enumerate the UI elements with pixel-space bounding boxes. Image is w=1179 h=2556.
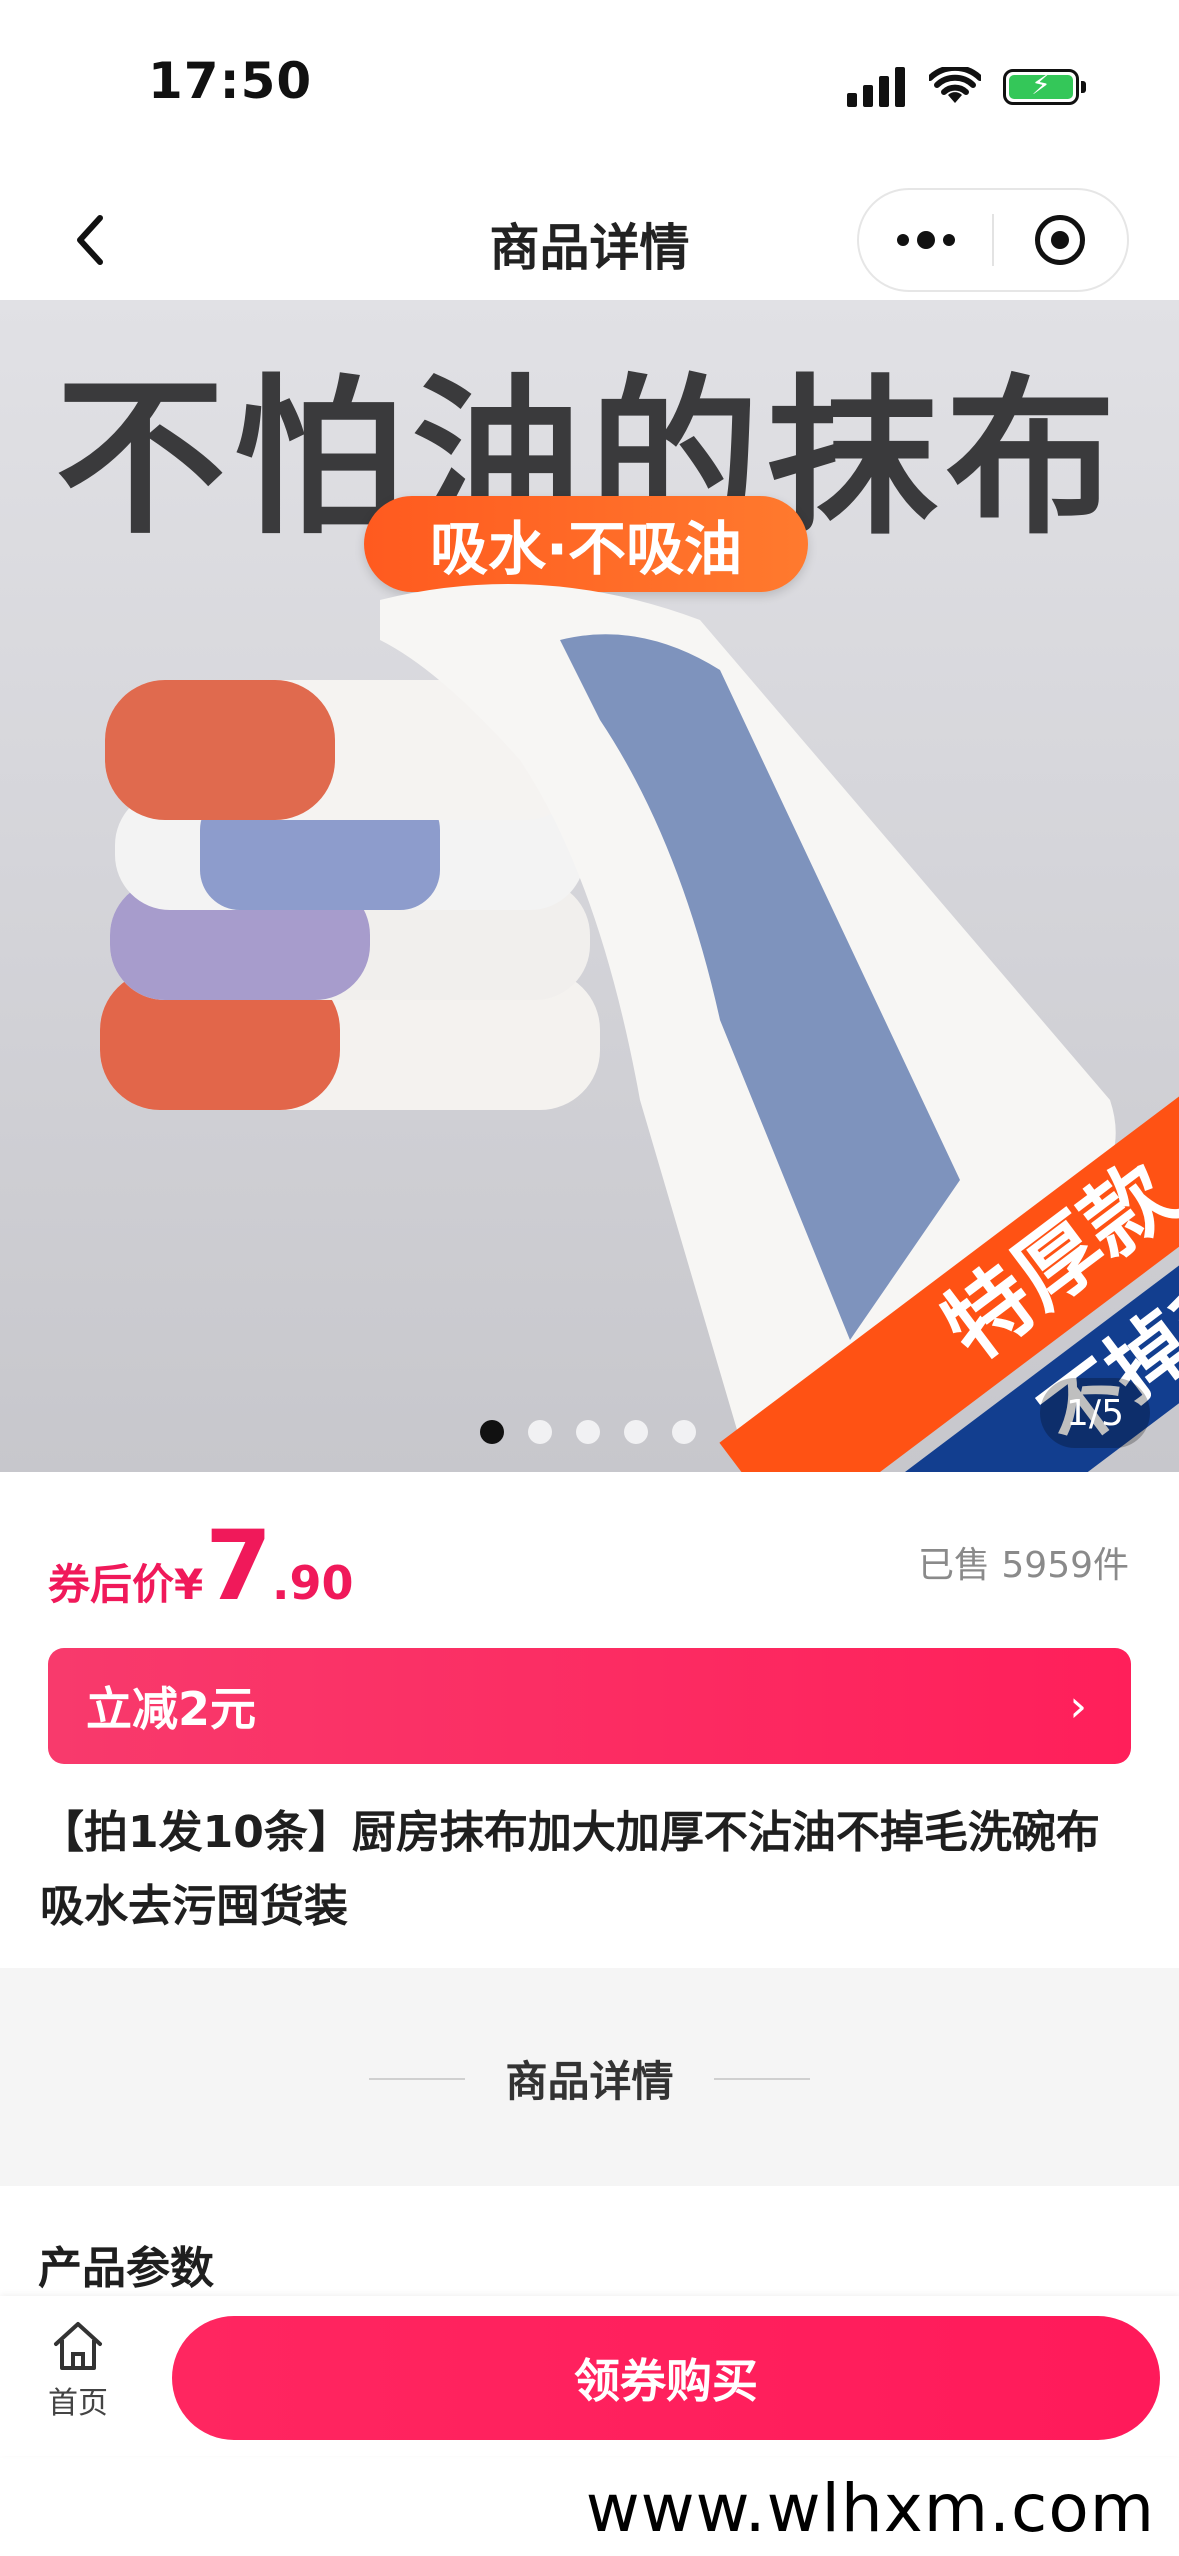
sold-count: 已售 5959件 <box>917 1545 1129 1586</box>
carousel-dot[interactable] <box>576 1420 600 1444</box>
divider <box>369 2077 466 2080</box>
battery-icon: ⚡ <box>1003 68 1086 105</box>
carousel-dot[interactable] <box>480 1420 504 1444</box>
watermark-text: www.wlhxm.com <box>585 2470 1155 2547</box>
params-title: 产品参数 <box>38 2243 214 2294</box>
detail-heading: 商品详情 <box>0 2048 1179 2109</box>
carousel-dot[interactable] <box>528 1420 552 1444</box>
home-label: 首页 <box>48 2386 108 2421</box>
more-dots-icon <box>896 231 955 249</box>
coupon-bar[interactable]: 立减2元 › <box>48 1648 1131 1764</box>
carousel-indicator <box>480 1420 696 1444</box>
bottom-action-bar: 首页 领券购买 <box>0 2296 1179 2456</box>
target-icon <box>1035 215 1086 265</box>
product-image-carousel[interactable]: 不怕油的抹布 吸水·不吸油 特厚款 不掉毛 <box>0 300 1179 1472</box>
carousel-dot[interactable] <box>672 1420 696 1444</box>
status-icons: ⚡ <box>847 62 1086 112</box>
price-decimal: .90 <box>272 1556 354 1610</box>
get-coupon-buy-button[interactable]: 领券购买 <box>172 2316 1160 2440</box>
detail-heading-text: 商品详情 <box>505 2057 674 2106</box>
price-integer: 7 <box>205 1510 273 1622</box>
close-miniprogram-button[interactable] <box>994 190 1127 290</box>
image-page-counter: 1/5 <box>1040 1378 1150 1448</box>
chevron-right-icon: › <box>1069 1680 1087 1732</box>
navigation-bar: 商品详情 <box>0 180 1179 300</box>
wifi-icon <box>929 67 981 103</box>
home-icon <box>54 2322 102 2370</box>
image-pill-tag: 吸水·不吸油 <box>364 496 808 592</box>
cellular-signal-icon <box>847 67 905 107</box>
coupon-text: 立减2元 <box>86 1682 257 1736</box>
carousel-dot[interactable] <box>624 1420 648 1444</box>
price: 券后价¥ 7 .90 <box>48 1510 354 1622</box>
product-title: 【拍1发10条】厨房抹布加大加厚不沾油不掉毛洗碗布吸水去污囤货装 <box>40 1807 1100 1932</box>
mini-program-capsule <box>857 188 1129 292</box>
status-time: 17:50 <box>148 52 313 110</box>
price-label: 券后价¥ <box>48 1560 204 1609</box>
home-tab[interactable]: 首页 <box>40 2320 116 2422</box>
more-button[interactable] <box>859 190 992 290</box>
divider <box>713 2077 810 2080</box>
